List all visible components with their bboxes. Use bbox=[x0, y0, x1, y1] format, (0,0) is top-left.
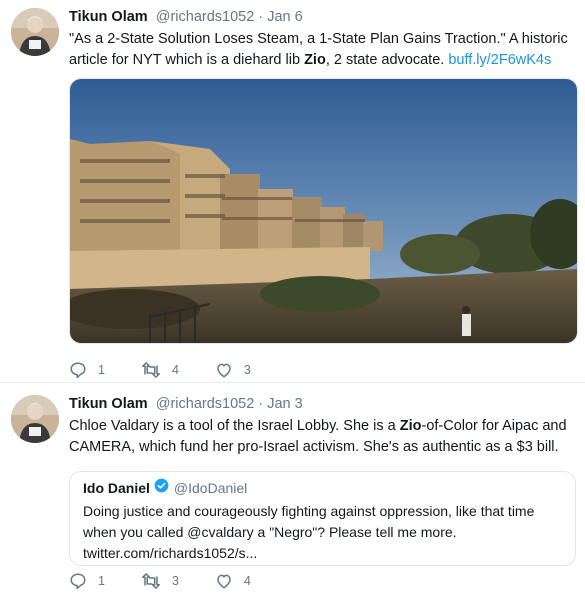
quoted-tweet-header: Ido Daniel @IdoDaniel bbox=[83, 478, 562, 498]
retweet-count: 4 bbox=[171, 363, 179, 377]
quoted-author-name: Ido Daniel bbox=[83, 479, 150, 496]
tweet-actions: 1 3 4 bbox=[69, 571, 287, 591]
author-handle[interactable]: @richards1052 bbox=[156, 9, 255, 25]
tweet-date[interactable]: Jan 3 bbox=[267, 396, 302, 412]
quoted-text: Doing justice and courageously fighting … bbox=[83, 503, 535, 540]
tweet-header: Tikun Olam @richards1052 · Jan 3 bbox=[69, 395, 573, 414]
tweet[interactable]: Tikun Olam @richards1052 · Jan 6 "As a 2… bbox=[0, 0, 585, 383]
retweet-count: 3 bbox=[171, 574, 179, 588]
tweet-actions: 1 4 3 bbox=[69, 360, 287, 380]
tweet-text-bold: Zio bbox=[399, 418, 422, 434]
separator: · bbox=[258, 396, 264, 412]
reply-icon bbox=[70, 362, 86, 379]
tweet-text: Chloe Valdary is a tool of the Israel Lo… bbox=[69, 416, 573, 458]
tweet-text-part: , 2 state advocate. bbox=[325, 52, 449, 68]
tweet[interactable]: Tikun Olam @richards1052 · Jan 3 Chloe V… bbox=[0, 383, 585, 612]
avatar[interactable] bbox=[11, 395, 59, 443]
retweet-icon bbox=[141, 573, 160, 589]
like-count: 4 bbox=[243, 574, 251, 588]
quoted-author-handle: @IdoDaniel bbox=[173, 479, 248, 496]
tweet-photo[interactable] bbox=[69, 78, 578, 344]
tweet-text-bold: Zio bbox=[304, 52, 326, 68]
verified-badge-icon bbox=[154, 478, 169, 498]
heart-icon bbox=[217, 574, 231, 589]
reply-count: 1 bbox=[98, 363, 105, 377]
author-name[interactable]: Tikun Olam bbox=[69, 396, 148, 412]
reply-count: 1 bbox=[98, 574, 105, 588]
tweet-header: Tikun Olam @richards1052 · Jan 6 bbox=[69, 8, 573, 27]
heart-icon bbox=[217, 363, 231, 378]
retweet-button[interactable]: 4 bbox=[141, 361, 179, 379]
retweet-icon bbox=[141, 362, 160, 378]
tweet-text-part: Chloe Valdary is a tool of the Israel Lo… bbox=[69, 418, 400, 434]
separator: · bbox=[258, 9, 264, 25]
tweet-text: "As a 2-State Solution Loses Steam, a 1-… bbox=[69, 29, 573, 71]
reply-icon bbox=[70, 573, 86, 590]
like-button[interactable]: 4 bbox=[215, 572, 251, 590]
quoted-link: twitter.com/richards1052/s... bbox=[83, 545, 258, 561]
author-name[interactable]: Tikun Olam bbox=[69, 9, 148, 25]
like-count: 3 bbox=[243, 363, 251, 377]
retweet-button[interactable]: 3 bbox=[141, 572, 179, 590]
author-handle[interactable]: @richards1052 bbox=[156, 396, 255, 412]
reply-button[interactable]: 1 bbox=[69, 572, 105, 590]
tweet-date[interactable]: Jan 6 bbox=[267, 9, 302, 25]
like-button[interactable]: 3 bbox=[215, 361, 251, 379]
avatar[interactable] bbox=[11, 8, 59, 56]
timeline: Tikun Olam @richards1052 · Jan 6 "As a 2… bbox=[0, 0, 585, 611]
quoted-tweet[interactable]: Ido Daniel @IdoDaniel Doing justice and … bbox=[69, 471, 576, 566]
reply-button[interactable]: 1 bbox=[69, 361, 105, 379]
quoted-tweet-text: Doing justice and courageously fighting … bbox=[83, 501, 562, 564]
tweet-link[interactable]: buff.ly/2F6wK4s bbox=[448, 52, 551, 68]
